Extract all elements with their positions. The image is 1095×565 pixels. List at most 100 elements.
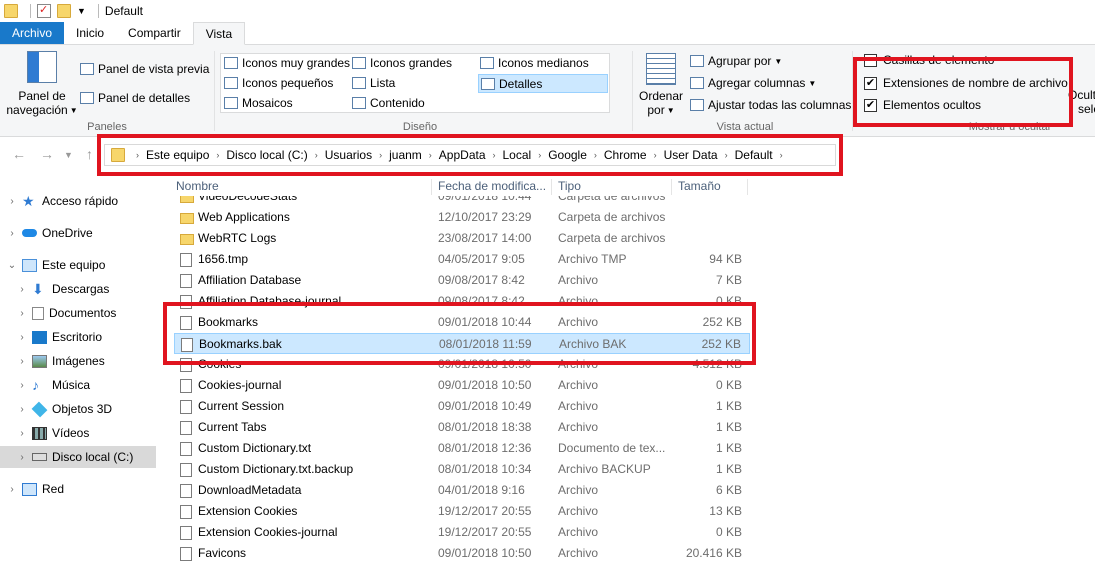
file-row[interactable]: Custom Dictionary.txt 08/01/2018 12:36 Doc…	[174, 438, 750, 459]
file-row[interactable]: Bookmarks.bak 08/01/2018 11:59 Archivo BAK…	[174, 333, 750, 354]
breadcrumb-este-equipo[interactable]: Este equipo	[146, 148, 209, 162]
sidebar-item-escritorio[interactable]: › Escritorio	[0, 326, 156, 348]
chevron-right-icon[interactable]: ›	[538, 150, 541, 160]
breadcrumb-appdata[interactable]: AppData	[439, 148, 486, 162]
chevron-right-icon[interactable]: ›	[725, 150, 728, 160]
chevron-right-icon[interactable]: ›	[780, 150, 783, 160]
chevron-right-icon[interactable]: ›	[16, 308, 28, 319]
group-by-button[interactable]: Agrupar por ▼	[690, 54, 782, 68]
breadcrumb-default[interactable]: Default	[735, 148, 773, 162]
item-checkboxes-toggle[interactable]: Casillas de elemento	[864, 53, 994, 67]
chevron-right-icon[interactable]: ›	[16, 404, 28, 415]
chevron-right-icon[interactable]: ›	[216, 150, 219, 160]
layout-small-icons[interactable]: Iconos pequeños	[224, 76, 333, 90]
breadcrumb-disco-local[interactable]: Disco local (C:)	[226, 148, 307, 162]
file-row[interactable]: Affiliation Database-journal 09/08/2017 8…	[174, 291, 750, 312]
sidebar-item-videos[interactable]: › Vídeos	[0, 422, 156, 444]
chevron-right-icon[interactable]: ›	[16, 380, 28, 391]
file-row[interactable]: DownloadMetadata 04/01/2018 9:16 Archivo 6 …	[174, 480, 750, 501]
details-pane-button[interactable]: Panel de detalles	[80, 91, 190, 105]
sidebar-item-documentos[interactable]: › Documentos	[0, 302, 156, 324]
chevron-right-icon[interactable]: ›	[16, 428, 28, 439]
layout-details[interactable]: Detalles	[478, 74, 608, 93]
file-row[interactable]: Custom Dictionary.txt.backup 08/01/2018 1…	[174, 459, 750, 480]
back-arrow-icon[interactable]: ←	[12, 146, 26, 162]
chevron-right-icon[interactable]: ›	[315, 150, 318, 160]
breadcrumb-juanm[interactable]: juanm	[389, 148, 422, 162]
sort-by-button[interactable]: Ordenar por ▼	[639, 53, 683, 117]
layout-extra-large-icons[interactable]: Iconos muy grandes	[224, 56, 350, 70]
address-bar[interactable]: › Este equipo › Disco local (C:) › Usuario…	[104, 144, 836, 166]
file-row[interactable]: Current Session 09/01/2018 10:49 Archivo 1 …	[174, 396, 750, 417]
recent-locations-icon[interactable]: ▼	[64, 150, 73, 160]
sidebar-item-red[interactable]: › Red	[0, 478, 156, 500]
tab-inicio[interactable]: Inicio	[64, 22, 116, 44]
chevron-right-icon[interactable]: ›	[16, 356, 28, 367]
chevron-right-icon[interactable]: ›	[6, 196, 18, 207]
chevron-right-icon[interactable]: ›	[654, 150, 657, 160]
chevron-down-icon[interactable]: ⌄	[6, 260, 18, 271]
layout-content[interactable]: Contenido	[352, 96, 425, 110]
breadcrumb-local[interactable]: Local	[503, 148, 532, 162]
chevron-right-icon[interactable]: ›	[594, 150, 597, 160]
folder-row[interactable]: WebRTC Logs 23/08/2017 14:00 Carpeta de ar…	[174, 228, 750, 249]
file-row[interactable]: Cookies-journal 09/01/2018 10:50 Archivo 0 …	[174, 375, 750, 396]
file-size: 252 KB	[701, 337, 741, 351]
layout-large-icons[interactable]: Iconos grandes	[352, 56, 452, 70]
sidebar-item-descargas[interactable]: › ⬇ Descargas	[0, 278, 156, 300]
breadcrumb-google[interactable]: Google	[548, 148, 587, 162]
tab-vista[interactable]: Vista	[192, 22, 246, 45]
new-folder-icon[interactable]	[57, 4, 71, 18]
chevron-right-icon[interactable]: ›	[493, 150, 496, 160]
breadcrumb-chrome[interactable]: Chrome	[604, 148, 647, 162]
chevron-right-icon[interactable]: ›	[6, 228, 18, 239]
preview-pane-button[interactable]: Panel de vista previa	[80, 62, 209, 76]
add-columns-button[interactable]: Agregar columnas ▼	[690, 76, 816, 90]
chevron-right-icon[interactable]: ›	[6, 484, 18, 495]
breadcrumb-user-data[interactable]: User Data	[664, 148, 718, 162]
sidebar-item-disco-local[interactable]: › Disco local (C:)	[0, 446, 156, 468]
sidebar-item-imagenes[interactable]: › Imágenes	[0, 350, 156, 372]
chevron-right-icon[interactable]: ›	[16, 284, 28, 295]
chevron-right-icon[interactable]: ›	[429, 150, 432, 160]
chevron-right-icon[interactable]: ›	[379, 150, 382, 160]
quick-access-dropdown-icon[interactable]: ▼	[77, 6, 86, 16]
folder-row[interactable]: Web Applications 12/10/2017 23:29 Carpeta …	[174, 207, 750, 228]
sidebar-item-este-equipo[interactable]: ⌄ Este equipo	[0, 254, 156, 276]
breadcrumb-usuarios[interactable]: Usuarios	[325, 148, 372, 162]
layout-tiles[interactable]: Mosaicos	[224, 96, 293, 110]
file-row[interactable]: Cookies 09/01/2018 10:50 Archivo 4.512 KB	[174, 354, 750, 375]
forward-arrow-icon[interactable]: →	[40, 146, 54, 162]
navigation-pane-button[interactable]: Panel de navegación ▼	[6, 51, 78, 117]
chevron-right-icon[interactable]: ›	[16, 332, 28, 343]
column-header-type[interactable]: Tipo	[552, 179, 672, 195]
sidebar-item-onedrive[interactable]: › OneDrive	[0, 222, 156, 244]
hide-selected-label-1[interactable]: Ocult	[1068, 88, 1095, 102]
file-date: 08/01/2018 18:38	[438, 420, 532, 434]
tab-archivo[interactable]: Archivo	[0, 22, 65, 44]
sidebar-item-musica[interactable]: › ♪ Música	[0, 374, 156, 396]
hide-selected-label-2[interactable]: sele	[1078, 102, 1095, 116]
hidden-items-toggle[interactable]: ✔ Elementos ocultos	[864, 98, 981, 112]
file-row[interactable]: Affiliation Database 09/08/2017 8:42 Archi…	[174, 270, 750, 291]
file-row[interactable]: Extension Cookies-journal 19/12/2017 20:5…	[174, 522, 750, 543]
sidebar-item-objetos-3d[interactable]: › Objetos 3D	[0, 398, 156, 420]
file-row[interactable]: Favicons 09/01/2018 10:50 Archivo 20.416 KB	[174, 543, 750, 564]
file-row[interactable]: Extension Cookies 19/12/2017 20:55 Archivo…	[174, 501, 750, 522]
layout-list[interactable]: Lista	[352, 76, 395, 90]
up-arrow-icon[interactable]: ↑	[86, 146, 93, 162]
file-row[interactable]: 1656.tmp 04/05/2017 9:05 Archivo TMP 94 KB	[174, 249, 750, 270]
sidebar-item-acceso-rapido[interactable]: › ★ Acceso rápido	[0, 190, 156, 212]
file-row[interactable]: Current Tabs 08/01/2018 18:38 Archivo 1 KB	[174, 417, 750, 438]
tab-compartir[interactable]: Compartir	[116, 22, 193, 44]
chevron-right-icon[interactable]: ›	[16, 452, 28, 463]
layout-medium-icons[interactable]: Iconos medianos	[480, 56, 589, 70]
file-row[interactable]: Bookmarks 09/01/2018 10:44 Archivo 252 KB	[174, 312, 750, 333]
column-header-name[interactable]: Nombre	[170, 179, 432, 195]
file-extensions-toggle[interactable]: ✔ Extensiones de nombre de archivo	[864, 76, 1068, 90]
column-header-size[interactable]: Tamaño	[672, 179, 748, 195]
column-header-date[interactable]: Fecha de modifica...	[432, 179, 552, 195]
fit-columns-button[interactable]: Ajustar todas las columnas	[690, 98, 851, 112]
properties-icon[interactable]	[37, 3, 51, 18]
folder-row[interactable]: VideoDecodeStats 09/01/2018 10:44 Carpeta …	[174, 196, 750, 207]
